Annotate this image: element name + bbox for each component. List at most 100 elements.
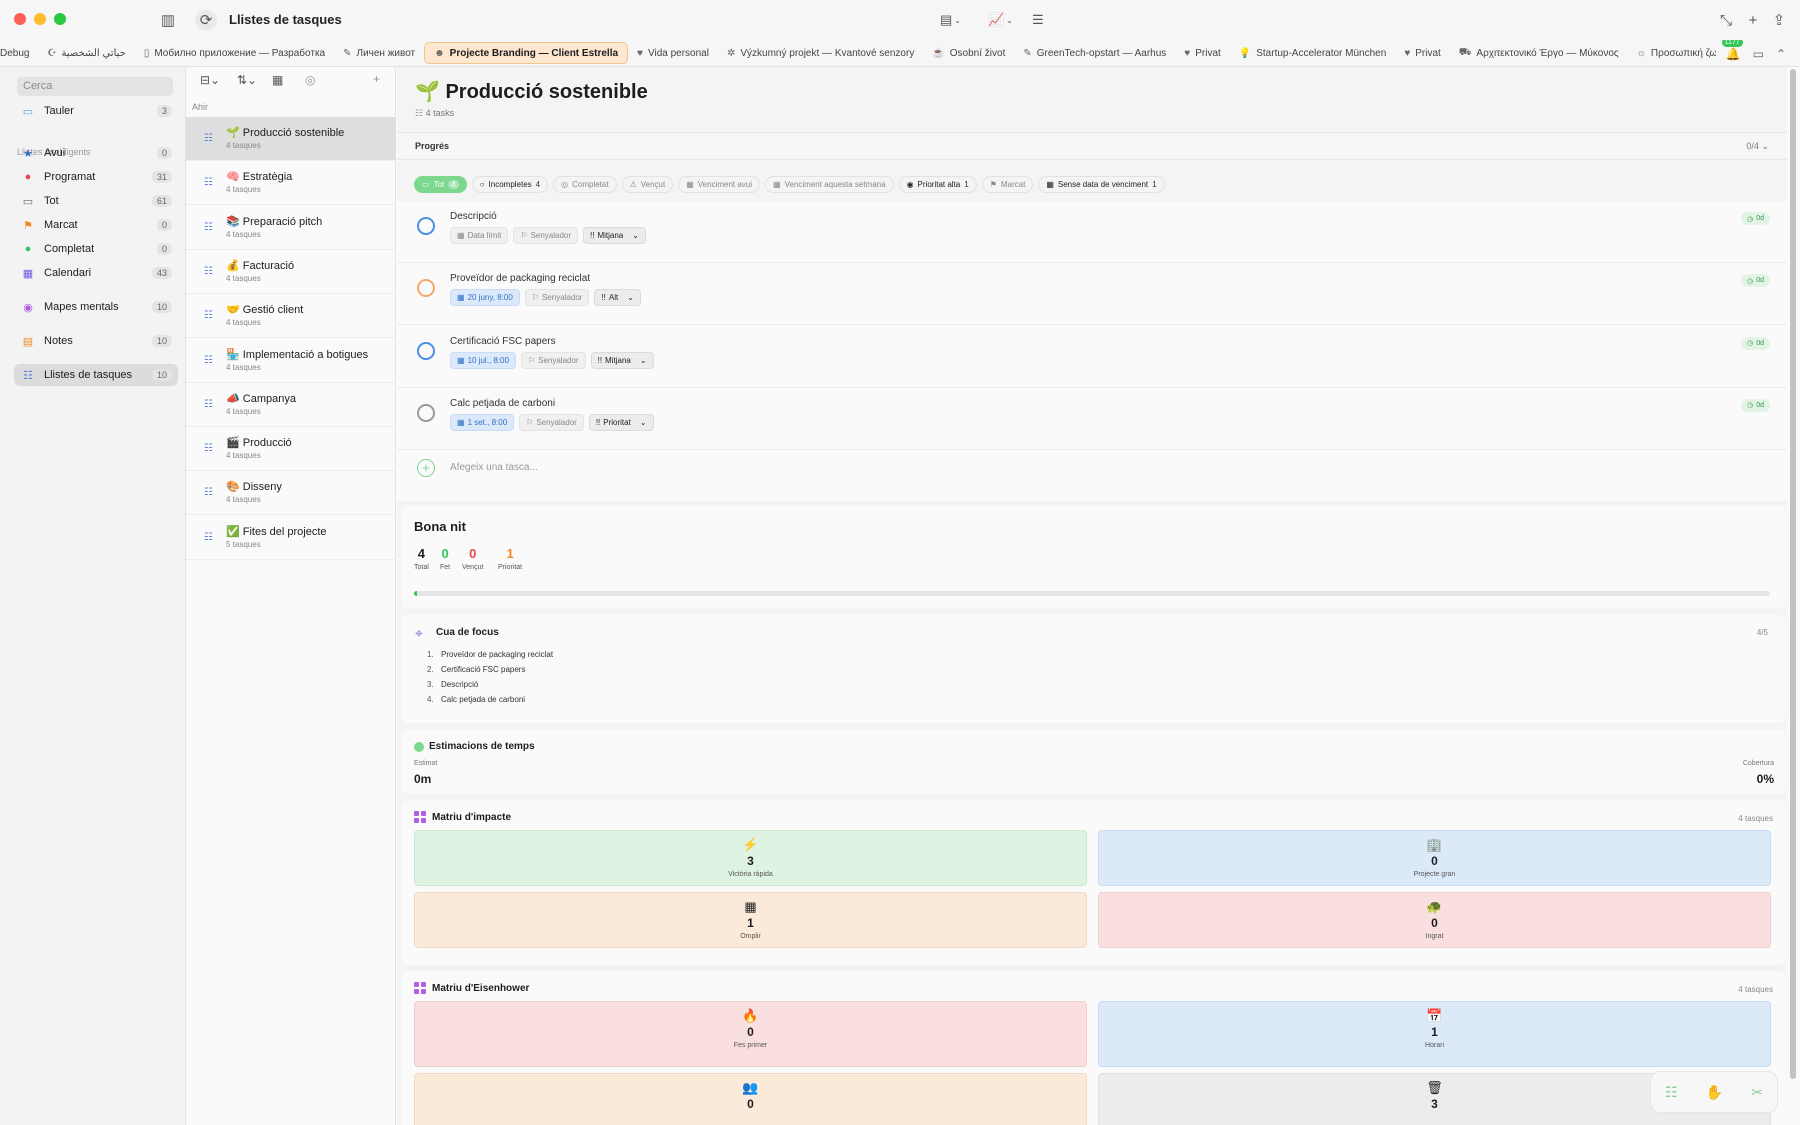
chevron-up-icon[interactable]: ⌃	[1776, 47, 1786, 61]
expand-icon[interactable]: ⤡	[1715, 10, 1737, 30]
filter-settings-button[interactable]: ☰	[1032, 10, 1044, 30]
priority-select[interactable]: !! Mitjana ⌄	[583, 227, 646, 244]
add-task-row[interactable]: + Afegeix una tasca...	[397, 445, 1787, 491]
tools-icon[interactable]: ✂	[1751, 1084, 1763, 1101]
task-checkbox[interactable]	[417, 341, 435, 360]
minimize-window-button[interactable]	[34, 13, 46, 25]
group-icon[interactable]: ▦	[272, 73, 283, 87]
flag-button[interactable]: ⚐ Senyalador	[524, 289, 590, 307]
filter-chip[interactable]: ⚠ Vençut	[621, 176, 674, 193]
filter-chip[interactable]: ◎ Completat	[553, 176, 617, 193]
share-icon[interactable]: ⇪	[1768, 10, 1790, 30]
task-list-item[interactable]: ☷ 💰 Facturació 4 tasques	[186, 250, 396, 294]
scrollbar-thumb[interactable]	[1790, 69, 1796, 1079]
flag-button[interactable]: ⚐ Senyalador	[519, 413, 584, 431]
priority-select[interactable]: !! Mitjana ⌄	[590, 351, 654, 369]
filter-chip[interactable]: ▦ Venciment aquesta setmana	[765, 176, 894, 193]
filter-chip[interactable]: ▭ Tot 4	[414, 176, 467, 193]
maximize-window-button[interactable]	[54, 13, 66, 25]
tab[interactable]: ♥ Privat	[1395, 42, 1450, 64]
task-list-item[interactable]: ☷ ✅ Fites del projecte 5 tasques	[186, 516, 396, 560]
task-checkbox[interactable]	[417, 403, 435, 422]
add-task-input[interactable]: Afegeix una tasca...	[450, 462, 538, 473]
view-mode-button[interactable]: ▤ ⌄	[940, 10, 961, 30]
sidebar-item[interactable]: ▭ Tauler 3	[14, 100, 178, 122]
due-date-button[interactable]: ▦ 10 jul., 8:00	[450, 351, 516, 369]
focus-item[interactable]: 4. Calc petjada de carboni	[427, 695, 553, 710]
flag-button[interactable]: ⚐ Senyalador	[513, 227, 579, 244]
filter-chip[interactable]: ▦ Sense data de venciment 1	[1038, 176, 1165, 193]
tab[interactable]: ☪ حياتي الشخصية	[38, 42, 134, 64]
sidebar-item[interactable]: ⚑ Marcat 0	[14, 214, 178, 236]
sort-icon[interactable]: ⇅⌄	[237, 73, 257, 87]
tab[interactable]: ☕ Osobní život	[923, 42, 1014, 64]
task-row[interactable]: Proveïdor de packaging reciclat ▦ 20 juny,…	[397, 263, 1787, 326]
task-list-item[interactable]: ☷ 🎬 Producció 4 tasques	[186, 427, 396, 472]
due-date-button[interactable]: ▦ 20 juny, 8:00	[450, 289, 520, 307]
tab[interactable]: ▯ Мобилно приложение — Разработка	[135, 42, 334, 64]
task-checkbox[interactable]	[417, 279, 435, 298]
hand-icon[interactable]: ✋	[1706, 1084, 1723, 1101]
task-checkbox[interactable]	[417, 217, 435, 235]
tab[interactable]: ☻ Projecte Branding — Client Estrella	[424, 42, 629, 64]
stats-button[interactable]: 📈 ⌄	[988, 10, 1013, 30]
bell-icon[interactable]: 🔔 1177	[1721, 40, 1743, 61]
plus-icon[interactable]: +	[417, 459, 435, 477]
add-icon[interactable]: +	[1742, 10, 1764, 30]
time-estimate-badge[interactable]: ◷ 0d	[1741, 398, 1770, 412]
task-list-item[interactable]: ☷ 📚 Preparació pitch 4 tasques	[186, 206, 396, 250]
matrix-quadrant[interactable]: 🏢 0 Projecte gran	[1098, 830, 1771, 886]
matrix-quadrant[interactable]: 🔥 0 Fes primer	[414, 1001, 1087, 1067]
matrix-quadrant[interactable]: 📅 1 Horari	[1098, 1001, 1771, 1067]
task-view-icon[interactable]: ☷	[1665, 1084, 1678, 1101]
filter-chip[interactable]: ○ Incompletes 4	[471, 176, 549, 193]
due-date-button[interactable]: ▦ 1 set., 8:00	[450, 413, 515, 431]
close-window-button[interactable]	[14, 13, 26, 25]
task-title[interactable]: Descripció	[450, 211, 497, 222]
filter-chip[interactable]: ⚑ Marcat	[981, 176, 1034, 193]
time-estimate-badge[interactable]: ◷ 0d	[1741, 336, 1770, 350]
sidebar-item[interactable]: ▤ Notes 10	[14, 330, 178, 352]
search-input[interactable]: Cerca	[17, 77, 173, 96]
task-list-item[interactable]: ☷ 🏪 Implementació a botigues 4 tasques	[186, 339, 396, 383]
sidebar-item[interactable]: ★ Avui 0	[14, 142, 178, 164]
panel-icon[interactable]: ▭	[1753, 47, 1764, 61]
due-date-button[interactable]: ▦ Data límit	[450, 227, 509, 244]
time-estimate-badge[interactable]: ◷ 0d	[1741, 274, 1770, 288]
complete-icon[interactable]: ◎	[305, 73, 315, 87]
task-title[interactable]: Calc petjada de carboni	[450, 398, 555, 409]
priority-select[interactable]: !! Prioritat ⌄	[588, 413, 654, 431]
task-title[interactable]: Certificació FSC papers	[450, 336, 556, 347]
priority-select[interactable]: !! Alt ⌄	[594, 289, 641, 307]
task-list-item[interactable]: ☷ 🎨 Disseny 4 tasques	[186, 471, 396, 516]
flag-button[interactable]: ⚐ Senyalador	[520, 351, 586, 369]
tab[interactable]: ✎ Личен живот	[334, 42, 424, 64]
tab[interactable]: Debug	[0, 42, 38, 64]
sidebar-item[interactable]: ▭ Tot 61	[14, 190, 178, 212]
focus-item[interactable]: 1. Proveïdor de packaging reciclat	[427, 650, 553, 665]
tab[interactable]: ✎ GreenTech-opstart — Aarhus	[1014, 42, 1175, 64]
sidebar-item[interactable]: ● Programat 31	[14, 166, 178, 188]
sidebar-item[interactable]: ● Completat 0	[14, 238, 178, 260]
matrix-quadrant[interactable]: ▦ 1 Omplir	[414, 892, 1087, 948]
time-estimate-badge[interactable]: ◷ 0d	[1741, 212, 1770, 225]
tab[interactable]: ✲ Výzkumný projekt — Kvantové senzory	[718, 42, 923, 64]
matrix-quadrant[interactable]: 🐢 0 Ingrat	[1098, 892, 1771, 948]
sidebar-item[interactable]: ◉ Mapes mentals 10	[14, 296, 178, 318]
task-title[interactable]: Proveïdor de packaging reciclat	[450, 273, 590, 284]
progress-row[interactable]: Progrés 0/4 ⌄	[397, 132, 1787, 160]
sync-icon[interactable]: ⟳	[195, 10, 217, 30]
task-list-item[interactable]: ☷ 🤝 Gestió client 4 tasques	[186, 294, 396, 339]
focus-item[interactable]: 3. Descripció	[427, 680, 553, 695]
add-list-icon[interactable]: +	[373, 72, 380, 86]
matrix-quadrant[interactable]: 👥 0	[414, 1073, 1087, 1125]
task-list-item[interactable]: ☷ 🌱 Producció sostenible 4 tasques	[186, 117, 396, 161]
main-scrollbar[interactable]	[1790, 67, 1796, 1125]
tab[interactable]: ♥ Privat	[1175, 42, 1230, 64]
sidebar-toggle-icon[interactable]: ▥	[157, 10, 179, 30]
inbox-filter-icon[interactable]: ⊟⌄	[200, 73, 220, 87]
task-row[interactable]: Certificació FSC papers ▦ 10 jul., 8:00 ⚐ Se…	[397, 326, 1787, 388]
sidebar-item[interactable]: ▦ Calendari 43	[14, 262, 178, 284]
sidebar-item[interactable]: ☷ Llistes de tasques 10	[14, 364, 178, 386]
task-row[interactable]: Calc petjada de carboni ▦ 1 set., 8:00 ⚐ Sen…	[397, 388, 1787, 450]
